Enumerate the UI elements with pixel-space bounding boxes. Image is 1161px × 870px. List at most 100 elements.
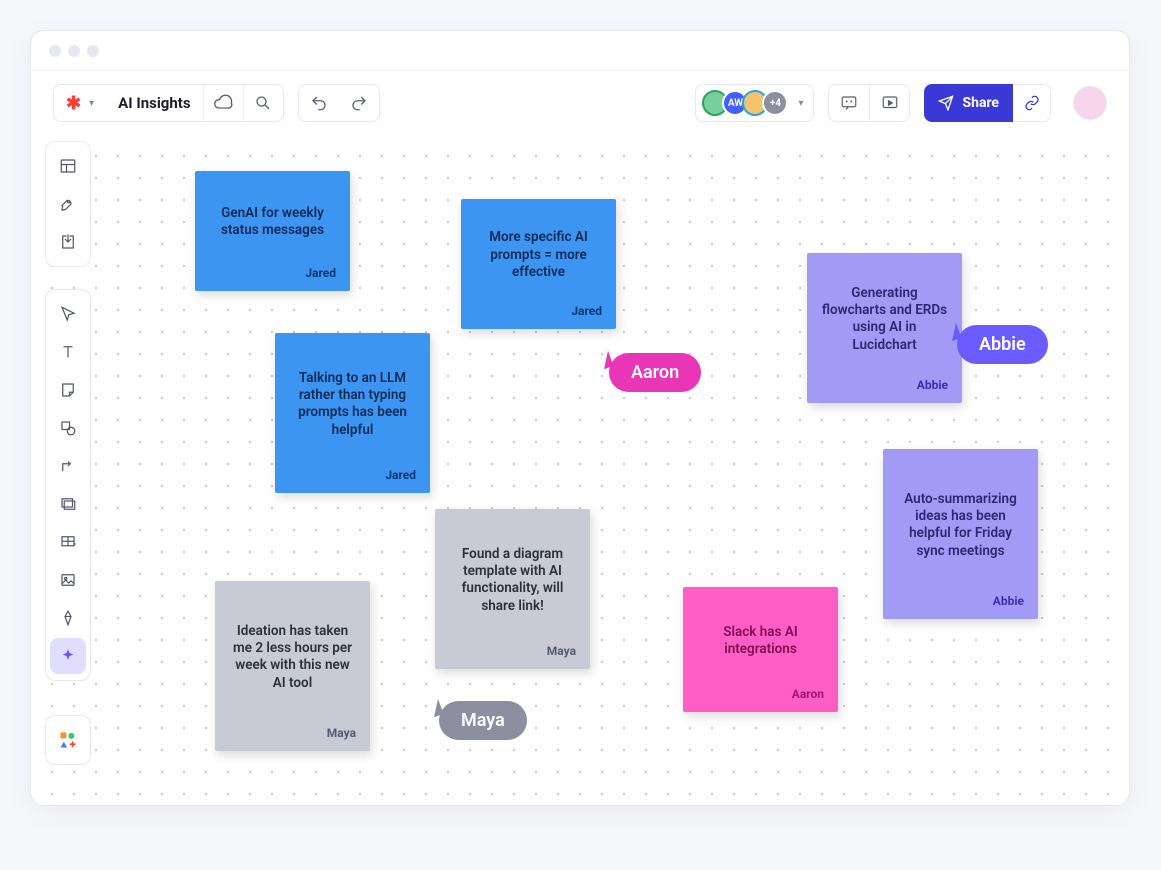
sticky-note[interactable]: Auto-summarizing ideas has been helpful …: [883, 449, 1038, 619]
share-group: Share: [924, 84, 1051, 122]
window-dot: [87, 45, 99, 57]
dropdown-caret-icon[interactable]: ▾: [798, 98, 803, 109]
view-toolbox: [45, 141, 91, 267]
main-toolbox: [45, 289, 91, 681]
collaborator-cursor: Aaron: [601, 353, 701, 392]
sticky-note[interactable]: Talking to an LLM rather than typing pro…: [275, 333, 430, 493]
search-button[interactable]: [243, 85, 283, 121]
note-author: Maya: [229, 726, 356, 741]
doc-title[interactable]: AI Insights: [106, 85, 202, 121]
copy-link-button[interactable]: [1013, 84, 1051, 122]
note-text: Talking to an LLM rather than typing pro…: [289, 349, 416, 460]
link-icon: [1024, 95, 1040, 111]
shape-icon: [59, 419, 77, 437]
avatar-initials: AW: [728, 98, 743, 109]
share-button[interactable]: Share: [924, 84, 1013, 122]
history-controls: [298, 84, 380, 122]
panels-tool[interactable]: [50, 148, 86, 184]
launch-tool[interactable]: [50, 186, 86, 222]
current-user-avatar[interactable]: [1073, 86, 1107, 120]
connector-icon: [59, 457, 77, 475]
more-shapes-tool[interactable]: [50, 722, 86, 758]
note-author: Jared: [209, 266, 336, 281]
connector-tool[interactable]: [50, 448, 86, 484]
pen-icon: [59, 609, 77, 627]
ai-tool[interactable]: [50, 638, 86, 674]
text-icon: [59, 343, 77, 361]
redo-button[interactable]: [339, 85, 379, 121]
collaborator-cursor: Abbie: [949, 325, 1048, 364]
note-text: Slack has AI integrations: [697, 603, 824, 679]
sticky-note[interactable]: Generating flowcharts and ERDs using AI …: [807, 253, 962, 403]
sticky-tool[interactable]: [50, 372, 86, 408]
avatar-overflow-label: +4: [770, 98, 781, 109]
send-icon: [938, 95, 954, 111]
image-icon: [59, 571, 77, 589]
sticky-note[interactable]: Found a diagram template with AI functio…: [435, 509, 590, 669]
cursor-pointer-icon: [599, 350, 614, 368]
note-text: Generating flowcharts and ERDs using AI …: [821, 269, 948, 370]
search-icon: [254, 94, 272, 112]
frame-icon: [59, 495, 77, 513]
import-tool[interactable]: [50, 224, 86, 260]
comments-button[interactable]: [829, 85, 869, 121]
note-author: Jared: [475, 304, 602, 319]
note-author: Abbie: [897, 594, 1024, 609]
cursor-name: Maya: [439, 701, 527, 740]
cloud-icon: [213, 93, 233, 113]
topbar: ✱ ▾ AI Insights AW: [31, 71, 1129, 135]
doc-title-text: AI Insights: [118, 94, 190, 112]
cursor-name: Abbie: [957, 325, 1048, 364]
comment-icon: [840, 94, 858, 112]
draw-tool[interactable]: [50, 600, 86, 636]
sticky-note[interactable]: More specific AI prompts = more effectiv…: [461, 199, 616, 329]
text-tool[interactable]: [50, 334, 86, 370]
cursor-name: Aaron: [609, 353, 701, 392]
note-text: GenAI for weekly status messages: [209, 187, 336, 258]
avatar-overflow: +4: [762, 90, 788, 116]
note-text: More specific AI prompts = more effectiv…: [475, 215, 602, 296]
table-icon: [59, 533, 77, 551]
share-label: Share: [962, 95, 999, 111]
undo-button[interactable]: [299, 85, 339, 121]
sticky-note[interactable]: Slack has AI integrations Aaron: [683, 587, 838, 712]
note-author: Aaron: [697, 687, 824, 702]
collaborator-cursor: Maya: [431, 701, 527, 740]
logo-icon: ✱: [66, 93, 81, 114]
collaborator-avatars[interactable]: AW +4 ▾: [695, 84, 814, 122]
shapes-toolbox: [45, 715, 91, 765]
window-dot: [49, 45, 61, 57]
shapes-add-icon: [58, 730, 78, 750]
sparkle-icon: [59, 647, 77, 665]
logo-button[interactable]: ✱ ▾: [54, 85, 106, 121]
doc-controls: ✱ ▾ AI Insights: [53, 84, 284, 122]
sticky-note[interactable]: GenAI for weekly status messages Jared: [195, 171, 350, 291]
sticky-note[interactable]: Ideation has taken me 2 less hours per w…: [215, 581, 370, 751]
image-tool[interactable]: [50, 562, 86, 598]
cursor-pointer-icon: [947, 322, 962, 340]
frame-tool[interactable]: [50, 486, 86, 522]
note-author: Maya: [449, 644, 576, 659]
dropdown-caret-icon: ▾: [89, 98, 94, 109]
window-titlebar: [31, 31, 1129, 71]
present-button[interactable]: [869, 85, 909, 121]
note-text: Ideation has taken me 2 less hours per w…: [229, 597, 356, 718]
rocket-icon: [59, 195, 77, 213]
redo-icon: [350, 94, 368, 112]
play-icon: [881, 94, 899, 112]
sticky-icon: [59, 381, 77, 399]
canvas[interactable]: GenAI for weekly status messages Jared Mor…: [31, 135, 1129, 805]
cloud-sync-button[interactable]: [203, 85, 243, 121]
undo-icon: [310, 94, 328, 112]
app-window: ✱ ▾ AI Insights AW: [30, 30, 1130, 806]
grid-icon: [59, 157, 77, 175]
note-text: Found a diagram template with AI functio…: [449, 525, 576, 636]
table-tool[interactable]: [50, 524, 86, 560]
cursor-pointer-icon: [429, 698, 444, 716]
shape-tool[interactable]: [50, 410, 86, 446]
window-dot: [68, 45, 80, 57]
import-icon: [59, 233, 77, 251]
note-text: Auto-summarizing ideas has been helpful …: [897, 465, 1024, 586]
select-tool[interactable]: [50, 296, 86, 332]
note-author: Abbie: [821, 378, 948, 393]
